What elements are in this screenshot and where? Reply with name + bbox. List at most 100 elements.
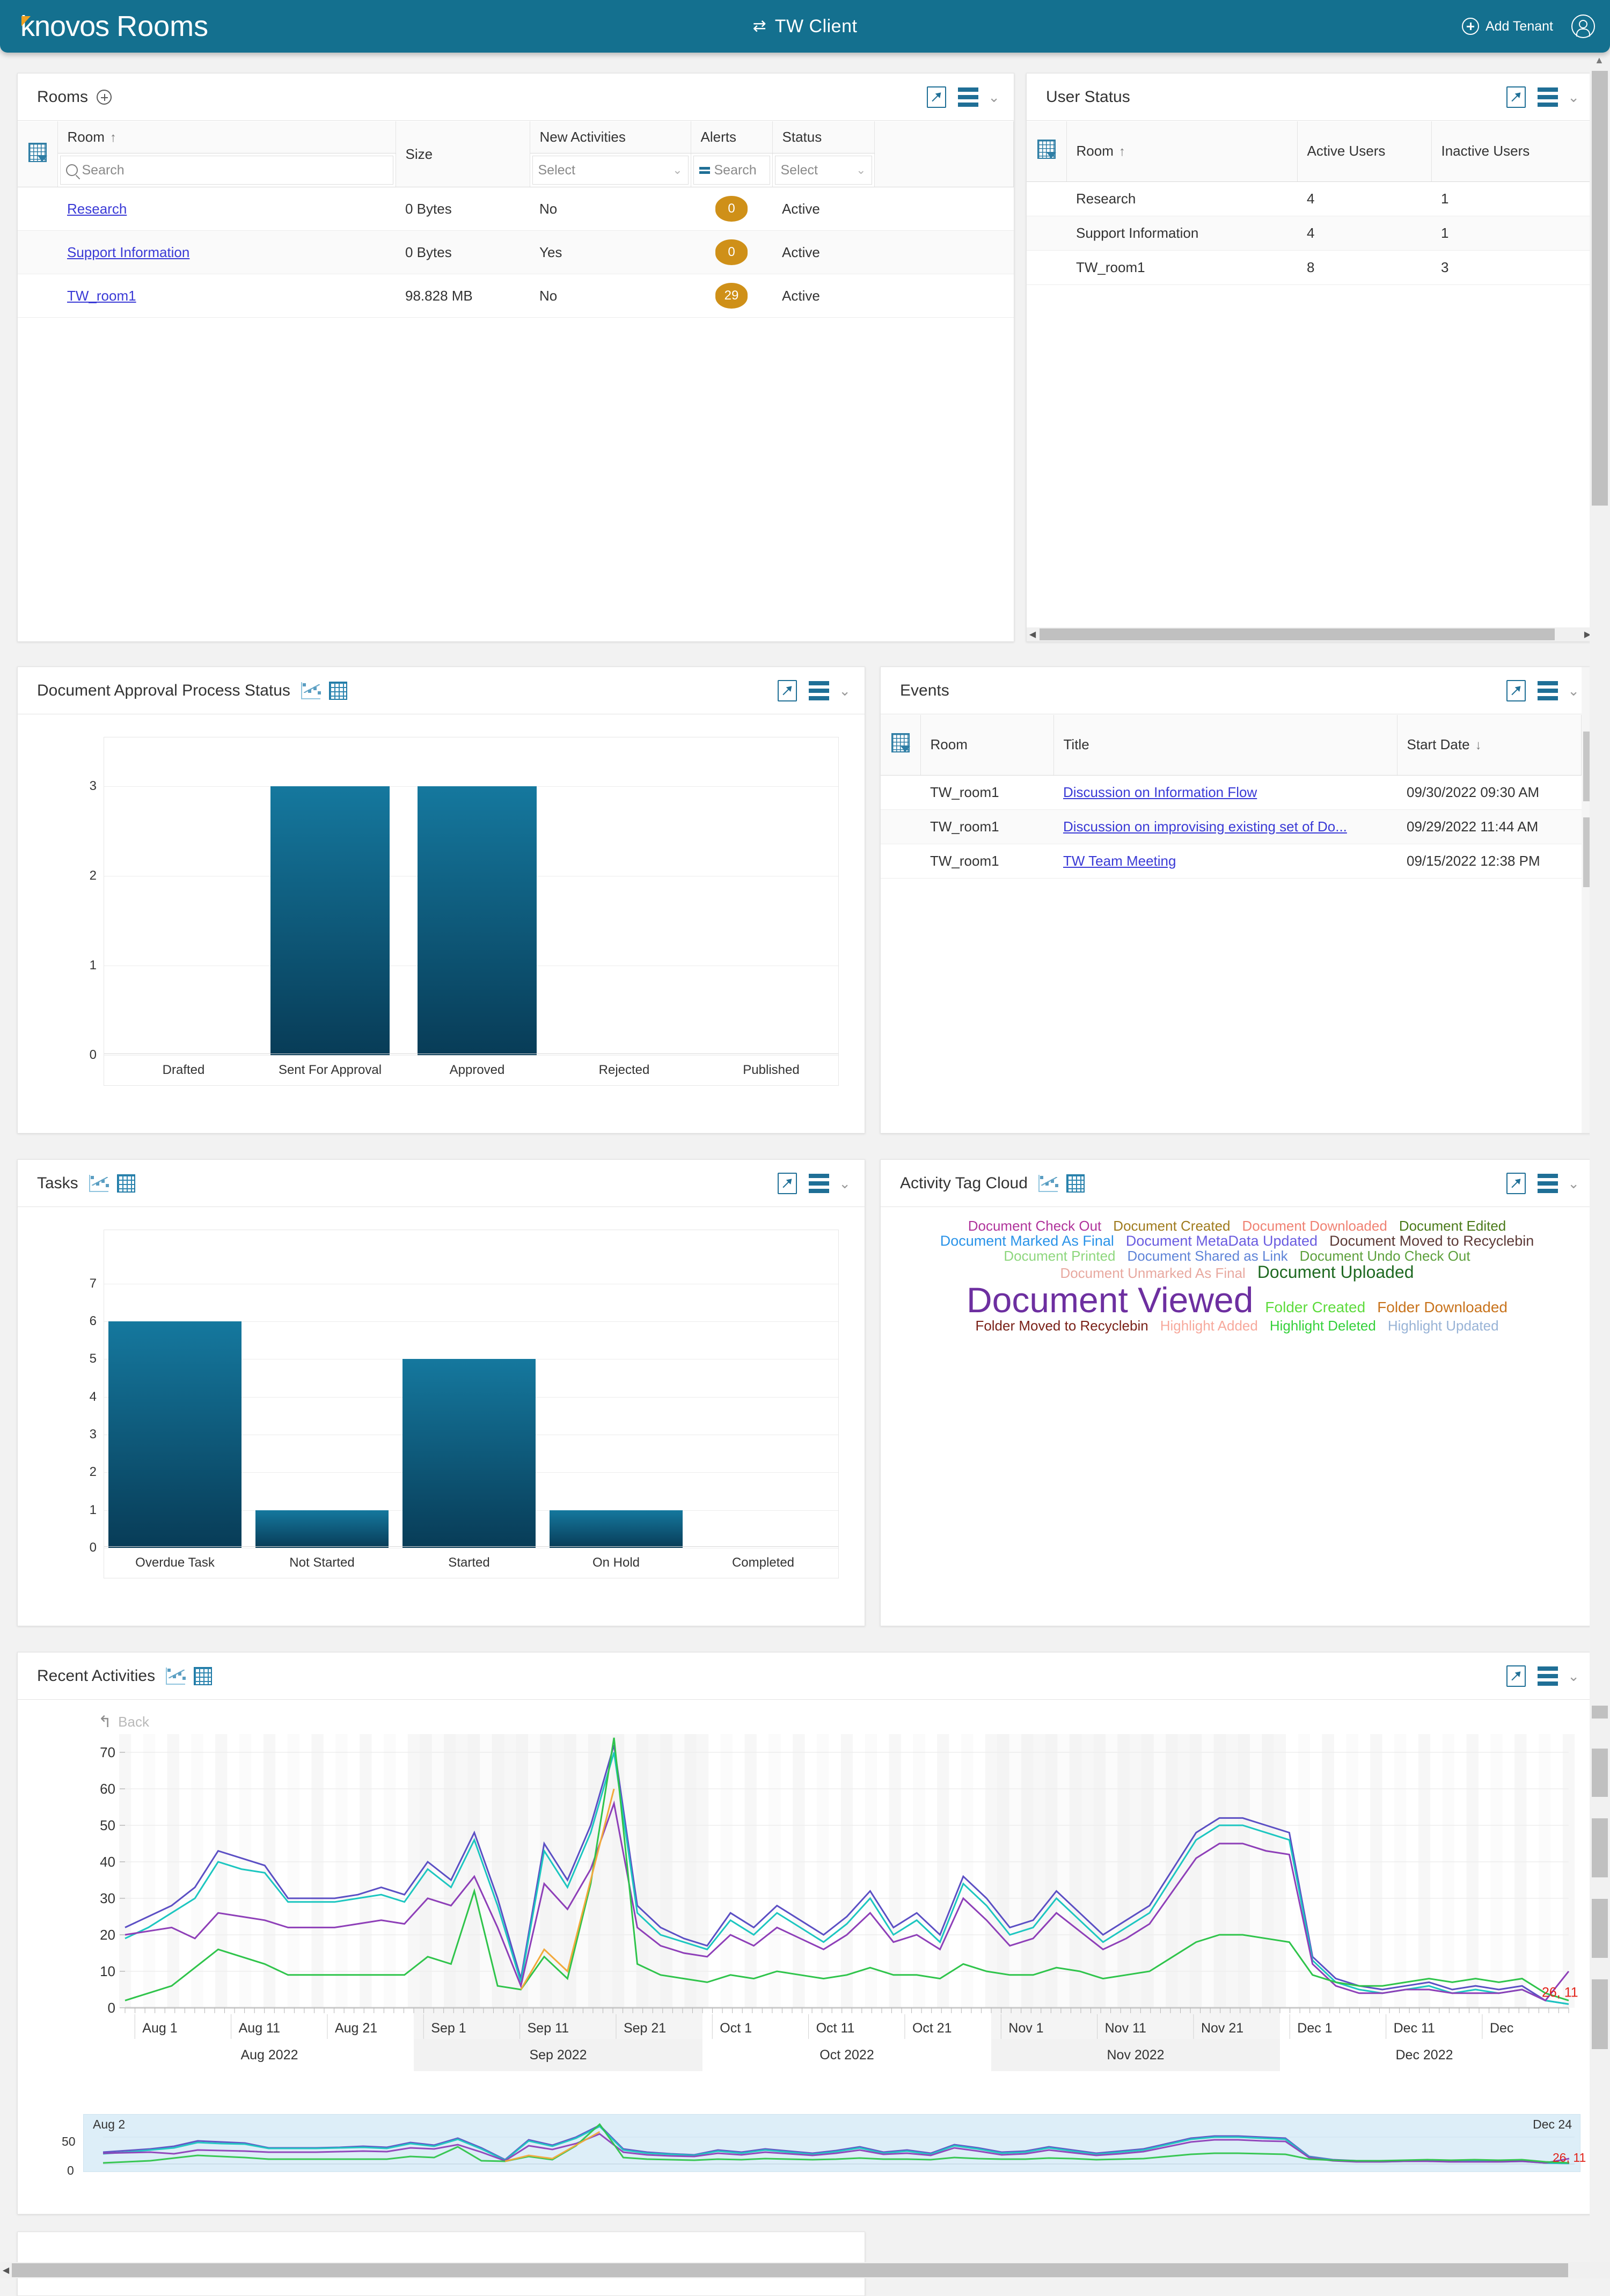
rooms-filter-room[interactable]: Search — [60, 156, 393, 185]
table-view-icon[interactable] — [328, 681, 347, 700]
menu-icon[interactable] — [1538, 681, 1558, 700]
table-row[interactable]: Research 4 1 — [1027, 181, 1593, 216]
table-row[interactable]: TW_room1 TW Team Meeting 09/15/2022 12:3… — [881, 844, 1582, 879]
bar-on-hold[interactable] — [550, 1510, 683, 1548]
rooms-cell-room[interactable]: TW_room1 — [57, 274, 396, 318]
app-logo[interactable]: knovos Rooms — [20, 12, 208, 41]
chevron-down-icon[interactable]: ⌄ — [988, 90, 1000, 104]
recent-activities-navigator[interactable] — [83, 2114, 1580, 2172]
event-link[interactable]: Discussion on improvising existing set o… — [1063, 818, 1347, 835]
column-filter-icon[interactable] — [28, 142, 47, 162]
expand-icon[interactable] — [927, 86, 947, 108]
table-view-icon[interactable] — [1066, 1174, 1085, 1193]
chevron-down-icon[interactable]: ⌄ — [839, 684, 851, 698]
tag-cloud-item[interactable]: Document Marked As Final — [940, 1233, 1114, 1249]
table-row[interactable]: Support Information 0 Bytes Yes 0 Active — [18, 230, 1014, 274]
bar-overdue-task[interactable] — [108, 1321, 241, 1548]
scroll-left-arrow-icon[interactable]: ◀ — [0, 2265, 12, 2276]
tag-cloud-item[interactable]: Document Moved to Recyclebin — [1329, 1233, 1534, 1249]
event-link[interactable]: TW Team Meeting — [1063, 853, 1176, 869]
menu-icon[interactable] — [1538, 87, 1558, 107]
room-link[interactable]: TW_room1 — [67, 288, 136, 304]
table-row[interactable]: Support Information 4 1 — [1027, 216, 1593, 251]
user-status-col-inactive[interactable]: Inactive Users — [1431, 121, 1593, 182]
tag-cloud-item[interactable]: Document Unmarked As Final — [1060, 1266, 1245, 1281]
rooms-cell-room[interactable]: Research — [57, 187, 396, 231]
tenant-switcher[interactable]: ⇄ TW Client — [753, 16, 858, 37]
tag-cloud-item[interactable]: Document Created — [1113, 1218, 1230, 1233]
tag-cloud-item[interactable]: Highlight Deleted — [1270, 1318, 1376, 1333]
rooms-filter-new-activities[interactable]: Select ⌄ — [532, 156, 689, 185]
tag-cloud-item[interactable]: Folder Created — [1265, 1299, 1365, 1315]
expand-icon[interactable] — [1506, 86, 1526, 108]
tag-cloud-item[interactable]: Document Downloaded — [1242, 1218, 1387, 1233]
expand-icon[interactable] — [778, 1172, 797, 1194]
table-row[interactable]: TW_room1 8 3 — [1027, 250, 1593, 285]
user-status-col-room[interactable]: Room — [1066, 121, 1298, 182]
navigator-svg[interactable] — [84, 2115, 1580, 2171]
swap-tenant-icon[interactable]: ⇄ — [753, 18, 766, 34]
menu-icon[interactable] — [809, 1173, 830, 1193]
tag-cloud-item[interactable]: Highlight Added — [1160, 1318, 1258, 1333]
tag-cloud-item[interactable]: Document Shared as Link — [1128, 1248, 1288, 1263]
scrollbar-thumb[interactable] — [1040, 628, 1555, 640]
chevron-down-icon[interactable]: ⌄ — [1568, 1669, 1579, 1683]
add-tenant-button[interactable]: Add Tenant — [1461, 18, 1553, 35]
line-chart-view-icon[interactable] — [166, 1667, 186, 1685]
rooms-column-filter-cell[interactable] — [18, 121, 58, 187]
rooms-col-alerts[interactable]: Alerts — [691, 121, 773, 153]
tag-cloud-item[interactable]: Document Uploaded — [1257, 1263, 1414, 1282]
scroll-up-arrow-icon[interactable]: ▲ — [1594, 55, 1604, 66]
events-cell-title[interactable]: Discussion on Information Flow — [1053, 775, 1397, 810]
rooms-col-room[interactable]: Room — [57, 121, 396, 153]
table-row[interactable]: TW_room1 Discussion on Information Flow … — [881, 775, 1582, 810]
line-chart-view-icon[interactable] — [89, 1174, 109, 1192]
table-view-icon[interactable] — [116, 1174, 135, 1193]
events-cell-title[interactable]: Discussion on improvising existing set o… — [1053, 809, 1397, 844]
bar-started[interactable] — [402, 1359, 536, 1548]
column-filter-icon[interactable] — [891, 733, 910, 753]
scrollbar-thumb[interactable] — [1592, 71, 1608, 506]
expand-icon[interactable] — [778, 679, 797, 701]
scroll-left-arrow-icon[interactable]: ◀ — [1027, 629, 1038, 640]
tag-cloud-item[interactable]: Folder Downloaded — [1377, 1299, 1507, 1315]
add-room-icon[interactable] — [97, 89, 112, 105]
page-vertical-scrollbar[interactable]: ▲ — [1590, 53, 1610, 2278]
tag-cloud-item[interactable]: Document Viewed — [967, 1281, 1253, 1319]
expand-icon[interactable] — [1506, 679, 1526, 701]
tag-cloud-item[interactable]: Highlight Updated — [1388, 1318, 1499, 1333]
events-col-title[interactable]: Title — [1053, 715, 1397, 776]
column-filter-icon[interactable] — [1037, 140, 1056, 159]
expand-icon[interactable] — [1506, 1172, 1526, 1194]
rooms-col-new-activities[interactable]: New Activities — [530, 121, 691, 153]
rooms-filter-status[interactable]: Select ⌄ — [774, 156, 872, 185]
tag-cloud-item[interactable]: Document Check Out — [968, 1218, 1102, 1233]
chevron-down-icon[interactable]: ⌄ — [839, 1176, 851, 1190]
user-account-icon[interactable] — [1571, 14, 1595, 38]
rooms-filter-alerts[interactable]: Search — [693, 156, 770, 185]
bar-not-started[interactable] — [255, 1510, 389, 1548]
user-status-column-filter-cell[interactable] — [1027, 121, 1067, 182]
menu-icon[interactable] — [809, 681, 830, 700]
menu-icon[interactable] — [1538, 1666, 1558, 1686]
tag-cloud-item[interactable]: Document Undo Check Out — [1300, 1248, 1470, 1263]
event-link[interactable]: Discussion on Information Flow — [1063, 784, 1257, 800]
events-cell-title[interactable]: TW Team Meeting — [1053, 844, 1397, 879]
room-link[interactable]: Support Information — [67, 244, 189, 260]
events-column-filter-cell[interactable] — [881, 715, 921, 776]
events-col-start-date[interactable]: Start Date — [1397, 715, 1582, 776]
tag-cloud-item[interactable]: Document Edited — [1399, 1218, 1506, 1233]
table-row[interactable]: TW_room1 98.828 MB No 29 Active — [18, 274, 1014, 318]
page-horizontal-scrollbar[interactable]: ◀ — [0, 2262, 1610, 2278]
menu-icon[interactable] — [958, 87, 979, 107]
table-view-icon[interactable] — [194, 1666, 213, 1685]
user-status-col-active[interactable]: Active Users — [1297, 121, 1432, 182]
line-chart-view-icon[interactable] — [301, 682, 321, 699]
tag-cloud-item[interactable]: Document MetaData Updated — [1126, 1233, 1318, 1249]
menu-icon[interactable] — [1538, 1173, 1558, 1193]
room-link[interactable]: Research — [67, 201, 127, 217]
rooms-cell-room[interactable]: Support Information — [57, 230, 396, 274]
expand-icon[interactable] — [1506, 1665, 1526, 1687]
scrollbar-thumb[interactable] — [12, 2263, 1568, 2277]
table-row[interactable]: Research 0 Bytes No 0 Active — [18, 187, 1014, 231]
